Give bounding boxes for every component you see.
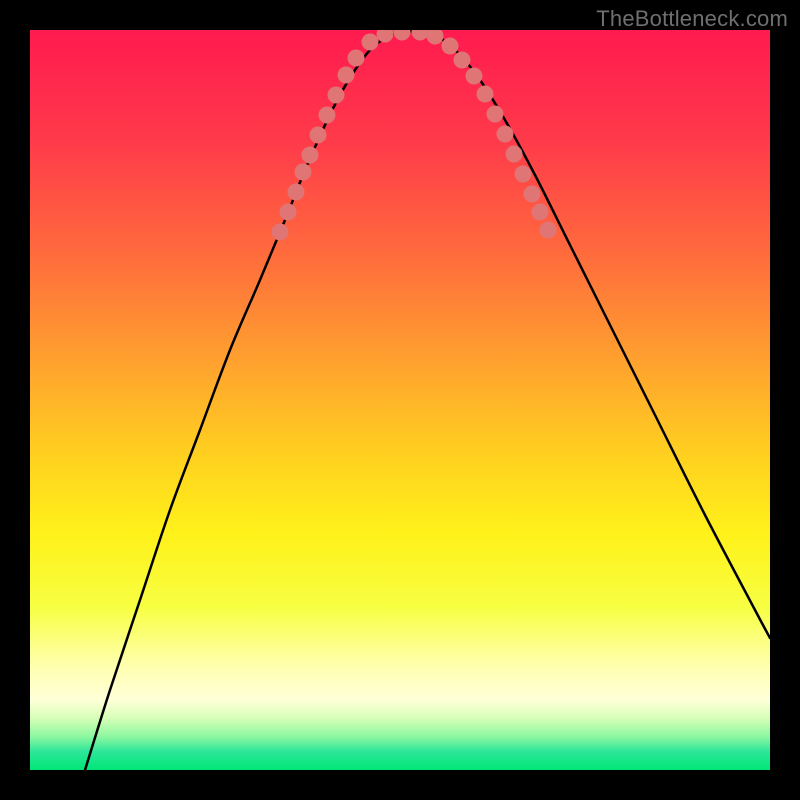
curve-layer bbox=[30, 30, 770, 770]
curve-marker bbox=[532, 204, 549, 221]
curve-marker bbox=[394, 30, 411, 41]
chart-frame: TheBottleneck.com bbox=[0, 0, 800, 800]
curve-marker bbox=[524, 186, 541, 203]
curve-marker bbox=[466, 68, 483, 85]
curve-marker bbox=[310, 127, 327, 144]
curve-marker bbox=[362, 34, 379, 51]
curve-marker bbox=[454, 52, 471, 69]
curve-marker bbox=[272, 224, 289, 241]
curve-marker bbox=[328, 87, 345, 104]
curve-marker bbox=[497, 126, 514, 143]
curve-marker bbox=[319, 107, 336, 124]
curve-marker bbox=[487, 106, 504, 123]
curve-marker bbox=[427, 30, 444, 45]
curve-marker bbox=[295, 164, 312, 181]
plot-area bbox=[30, 30, 770, 770]
curve-marker bbox=[302, 147, 319, 164]
curve-marker bbox=[506, 146, 523, 163]
bottleneck-curve bbox=[85, 31, 770, 770]
curve-marker bbox=[477, 86, 494, 103]
curve-marker bbox=[288, 184, 305, 201]
curve-marker bbox=[412, 30, 429, 41]
curve-marker bbox=[348, 50, 365, 67]
curve-marker bbox=[540, 222, 557, 239]
curve-marker bbox=[280, 204, 297, 221]
curve-marker bbox=[442, 38, 459, 55]
watermark-text: TheBottleneck.com bbox=[596, 6, 788, 32]
curve-marker bbox=[515, 166, 532, 183]
curve-marker bbox=[338, 67, 355, 84]
